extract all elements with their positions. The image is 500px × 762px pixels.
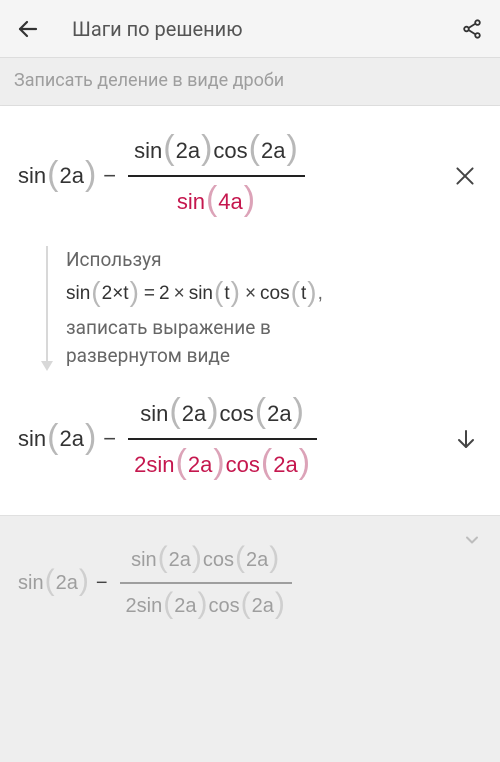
share-icon [461,18,483,40]
step-2-row: sin ( 2a ) − sin ( 2a ) cos ( 2a ) 2 [18,391,482,487]
top-bar: Шаги по решению [0,0,500,58]
back-button[interactable] [14,15,42,43]
explanation-text: Используя sin ( 2×t ) = 2 × sin ( t ) × … [66,246,323,369]
expand-step-button[interactable] [462,530,482,550]
share-button[interactable] [458,15,486,43]
arrow-left-icon [16,17,40,41]
chevron-down-icon [462,530,482,550]
close-step-button[interactable] [438,163,482,189]
explanation-block: Используя sin ( 2×t ) = 2 × sin ( t ) × … [46,246,482,369]
step-1-expression: sin ( 2a ) − sin ( 2a ) cos ( 2a ) sin [18,128,305,224]
step-2-expression: sin ( 2a ) − sin ( 2a ) cos ( 2a ) 2 [18,391,317,487]
step-description: Записать деление в виде дроби [0,58,500,106]
explanation-formula: sin ( 2×t ) = 2 × sin ( t ) × cos ( t ) … [66,274,323,315]
arrow-down-icon [454,427,478,451]
next-step-expression: sin ( 2a ) − sin ( 2a ) cos ( 2a ) 2 sin… [18,540,292,626]
close-icon [452,163,478,189]
highlighted-denominator: sin ( 4a ) [171,179,262,224]
page-title: Шаги по решению [42,17,458,41]
step-1-row: sin ( 2a ) − sin ( 2a ) cos ( 2a ) sin [18,128,482,224]
highlighted-denominator: 2 sin ( 2a ) cos ( 2a ) [128,442,317,487]
flow-arrow-icon [46,246,48,369]
next-step-button[interactable] [440,427,482,451]
next-step-preview[interactable]: sin ( 2a ) − sin ( 2a ) cos ( 2a ) 2 sin… [0,515,500,650]
solution-card: sin ( 2a ) − sin ( 2a ) cos ( 2a ) sin [0,106,500,515]
